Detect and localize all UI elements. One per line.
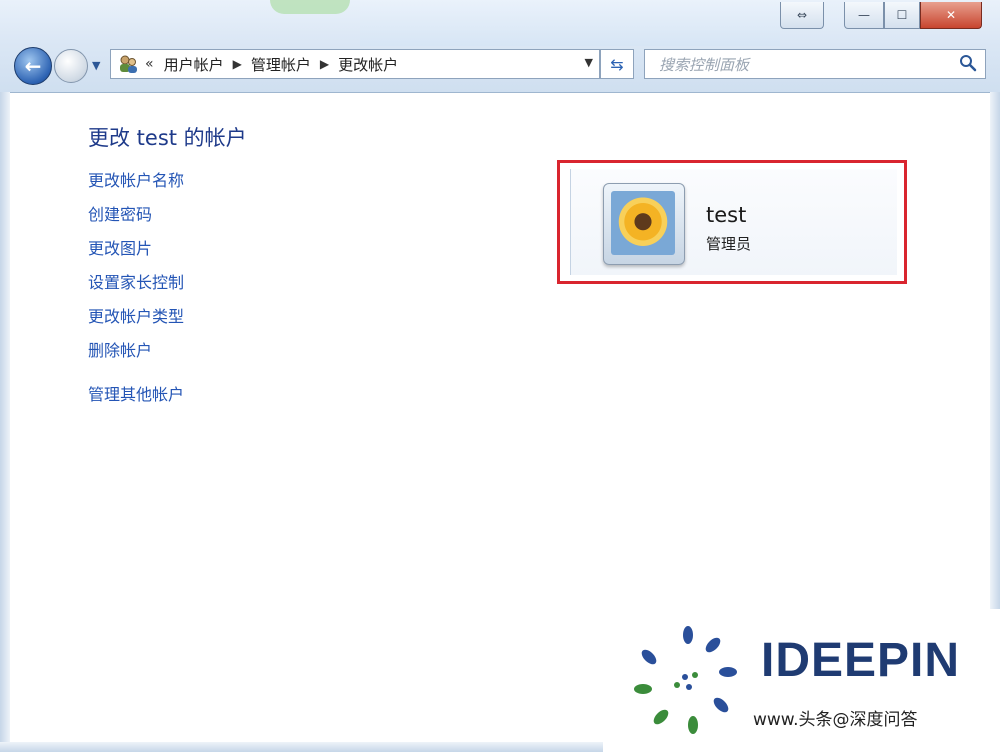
window-left-border	[0, 92, 10, 752]
back-arrow-icon: ←	[24, 54, 42, 78]
avatar	[603, 183, 685, 265]
link-change-picture[interactable]: 更改图片	[88, 238, 184, 272]
restore-icon[interactable]: ⇔	[780, 2, 824, 29]
forward-button[interactable]	[54, 49, 88, 83]
control-panel-window: ⇔ — ☐ ✕ ← ▼ « 用户帐户 ▶ 管理帐户 ▶ 更改帐户 ▼ ⇆ 搜索控…	[0, 0, 1000, 752]
search-icon[interactable]	[959, 54, 977, 76]
sunflower-icon	[611, 191, 675, 255]
link-parental-controls[interactable]: 设置家长控制	[88, 272, 184, 306]
breadcrumb-arrow-icon[interactable]: ▶	[320, 57, 329, 71]
minimize-button[interactable]: —	[844, 2, 884, 29]
breadcrumb-change-account[interactable]: 更改帐户	[338, 54, 398, 75]
link-change-account-name[interactable]: 更改帐户名称	[88, 170, 184, 204]
user-accounts-icon	[117, 53, 139, 75]
refresh-icon: ⇆	[610, 54, 624, 74]
account-card[interactable]: test 管理员	[570, 169, 897, 275]
back-button[interactable]: ←	[14, 47, 52, 85]
address-dropdown-icon[interactable]: ▼	[585, 56, 593, 69]
window-controls: ⇔ — ☐ ✕	[780, 2, 982, 29]
close-button[interactable]: ✕	[920, 2, 982, 29]
watermark-subtitle: www.头条@深度问答	[753, 710, 918, 730]
account-name: test	[706, 203, 747, 227]
window-bottom-border	[0, 742, 603, 752]
watermark-brand: IDEEPIN	[761, 634, 961, 687]
task-links: 更改帐户名称 创建密码 更改图片 设置家长控制 更改帐户类型 删除帐户 管理其他…	[88, 170, 184, 418]
link-delete-account[interactable]: 删除帐户	[88, 340, 184, 374]
watermark-logo-icon	[634, 626, 737, 734]
link-change-account-type[interactable]: 更改帐户类型	[88, 306, 184, 340]
account-card-highlight: test 管理员	[557, 160, 907, 284]
breadcrumb-overflow[interactable]: «	[145, 56, 154, 72]
account-type: 管理员	[706, 235, 752, 253]
toolbar-area: ⇔ — ☐ ✕ ← ▼ « 用户帐户 ▶ 管理帐户 ▶ 更改帐户 ▼ ⇆ 搜索控…	[0, 0, 1000, 93]
link-create-password[interactable]: 创建密码	[88, 204, 184, 238]
breadcrumb-manage-accounts[interactable]: 管理帐户	[251, 54, 311, 75]
search-box[interactable]: 搜索控制面板	[644, 49, 986, 79]
page-title: 更改 test 的帐户	[88, 126, 247, 150]
watermark: IDEEPIN www.头条@深度问答	[603, 609, 1000, 752]
breadcrumb-user-accounts[interactable]: 用户帐户	[164, 54, 224, 75]
recent-pages-dropdown-icon[interactable]: ▼	[92, 59, 100, 72]
maximize-button[interactable]: ☐	[884, 2, 920, 29]
address-bar[interactable]: « 用户帐户 ▶ 管理帐户 ▶ 更改帐户 ▼	[110, 49, 600, 79]
titlebar-glow	[270, 0, 350, 14]
titlebar-panel	[360, 0, 780, 46]
link-manage-other-accounts[interactable]: 管理其他帐户	[88, 384, 184, 418]
breadcrumb-arrow-icon[interactable]: ▶	[233, 57, 242, 71]
refresh-button[interactable]: ⇆	[600, 49, 634, 79]
search-placeholder: 搜索控制面板	[659, 55, 750, 74]
